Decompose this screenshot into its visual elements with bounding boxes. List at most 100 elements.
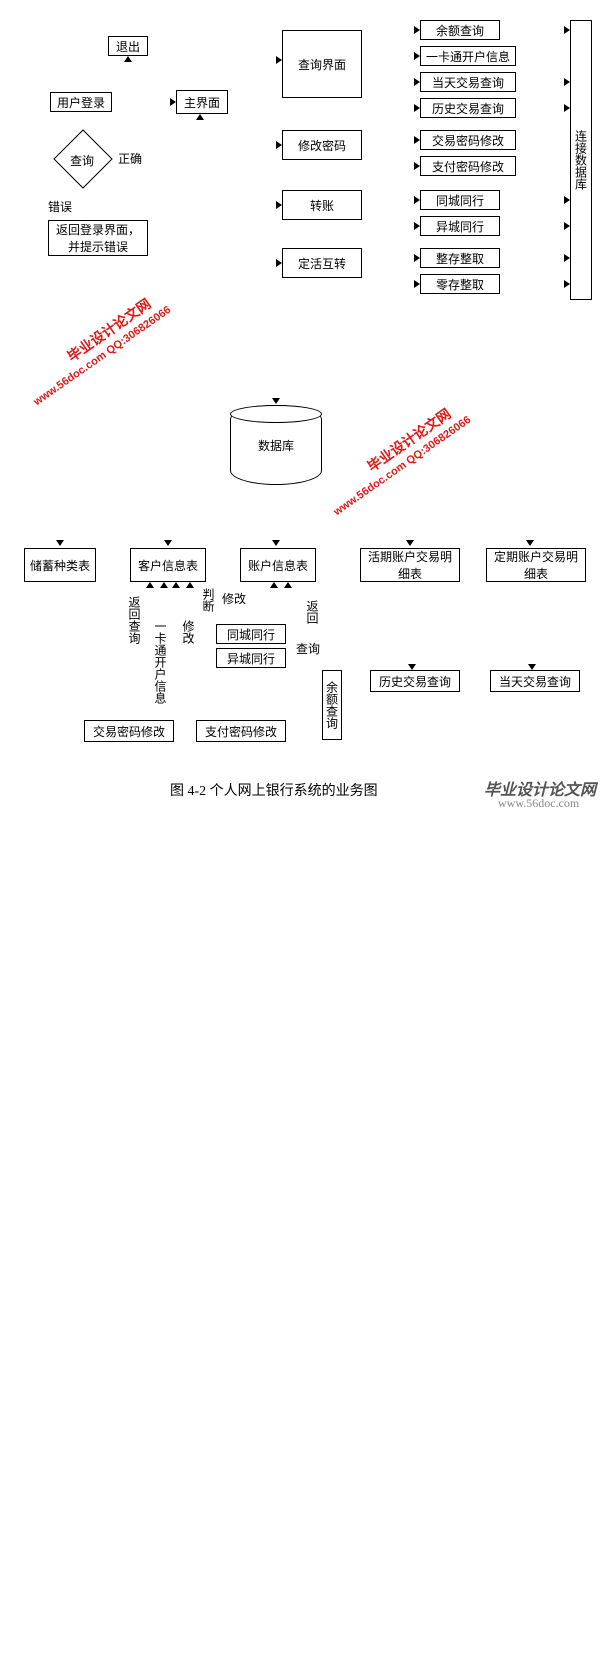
arrow bbox=[414, 104, 420, 112]
transfer-box: 转账 bbox=[282, 190, 362, 220]
account-table-label: 账户信息表 bbox=[248, 557, 308, 574]
trans-pwd-box: 交易密码修改 bbox=[420, 130, 516, 150]
arrow bbox=[564, 78, 570, 86]
arrow bbox=[564, 254, 570, 262]
line bbox=[0, 187, 1, 323]
card-info-label: 一卡通开户信息 bbox=[426, 48, 510, 65]
arrow bbox=[172, 582, 180, 588]
line bbox=[0, 1525, 1, 1585]
arrow bbox=[124, 56, 132, 62]
modify-label: 修改 bbox=[180, 620, 197, 644]
line bbox=[0, 714, 1, 766]
arrow bbox=[186, 582, 194, 588]
balance-box: 余额查询 bbox=[420, 20, 500, 40]
return-query-label: 返回查询 bbox=[126, 596, 143, 644]
correct-label: 正确 bbox=[118, 150, 142, 167]
line bbox=[0, 1316, 1, 1426]
line bbox=[0, 1427, 1, 1455]
small-box: 零存整取 bbox=[420, 274, 500, 294]
arrow bbox=[564, 196, 570, 204]
arrow bbox=[164, 540, 172, 546]
arrow bbox=[564, 280, 570, 288]
return2-label: 返回 bbox=[304, 600, 321, 624]
fixed-detail-label: 定期账户交易明细表 bbox=[491, 548, 581, 582]
arrow bbox=[272, 398, 280, 404]
modify2-label: 修改 bbox=[222, 590, 246, 607]
connect-db-box: 连接数据库 bbox=[570, 20, 592, 300]
line bbox=[0, 928, 1, 952]
line bbox=[0, 1216, 1, 1316]
line bbox=[0, 1046, 1, 1116]
fixed-detail-box: 定期账户交易明细表 bbox=[486, 548, 586, 582]
account-table-box: 账户信息表 bbox=[240, 548, 316, 582]
line bbox=[0, 880, 1, 904]
error-label: 错误 bbox=[48, 198, 72, 215]
return-login-label: 返回登录界面，并提示错误 bbox=[53, 221, 143, 255]
arrow bbox=[406, 540, 414, 546]
line bbox=[0, 70, 1, 106]
line bbox=[0, 647, 1, 673]
history-label: 历史交易查询 bbox=[432, 100, 504, 117]
line bbox=[0, 186, 64, 187]
login-label: 用户登录 bbox=[57, 94, 105, 111]
arrow bbox=[414, 222, 420, 230]
current-detail-label: 活期账户交易明细表 bbox=[365, 548, 455, 582]
line bbox=[0, 1645, 1, 1664]
change-pwd-label: 修改密码 bbox=[298, 137, 346, 154]
same-city2-box: 同城同行 bbox=[216, 624, 286, 644]
arrow bbox=[528, 664, 536, 670]
deposit-convert-box: 定活互转 bbox=[282, 248, 362, 278]
line bbox=[0, 141, 74, 142]
card-info-box: 一卡通开户信息 bbox=[420, 46, 516, 66]
balance-label: 余额查询 bbox=[436, 22, 484, 39]
arrow bbox=[414, 26, 420, 34]
arrow bbox=[414, 196, 420, 204]
line bbox=[0, 646, 28, 647]
arrow bbox=[414, 52, 420, 60]
diff-city-box: 异城同行 bbox=[420, 216, 500, 236]
pay-pwd-box: 支付密码修改 bbox=[420, 156, 516, 176]
connect-db-label: 连接数据库 bbox=[573, 130, 590, 190]
line bbox=[0, 976, 1, 1046]
line bbox=[0, 326, 1, 530]
diff-city2-box: 异城同行 bbox=[216, 648, 286, 668]
deposit-convert-label: 定活互转 bbox=[298, 255, 346, 272]
line bbox=[0, 0, 1, 28]
arrow bbox=[276, 201, 282, 209]
line bbox=[0, 325, 30, 326]
line bbox=[0, 1455, 1, 1483]
query-screen-box: 查询界面 bbox=[282, 30, 362, 98]
savings-table-label: 储蓄种类表 bbox=[30, 557, 90, 574]
card-info2-label: 一卡通开户信息 bbox=[152, 620, 169, 704]
history2-box: 历史交易查询 bbox=[370, 670, 460, 692]
exit-box: 退出 bbox=[108, 36, 148, 56]
change-pwd-box: 修改密码 bbox=[282, 130, 362, 160]
database-label: 数据库 bbox=[258, 437, 294, 454]
today2-label: 当天交易查询 bbox=[499, 673, 571, 690]
arrow bbox=[272, 540, 280, 546]
watermark1-url: www.56doc.com QQ:306826066 bbox=[31, 304, 173, 408]
login-box: 用户登录 bbox=[50, 92, 112, 112]
line bbox=[0, 766, 304, 767]
today-label: 当天交易查询 bbox=[432, 74, 504, 91]
history-box: 历史交易查询 bbox=[420, 98, 516, 118]
history2-label: 历史交易查询 bbox=[379, 673, 451, 690]
transfer-label: 转账 bbox=[310, 197, 334, 214]
judge-label: 判断 bbox=[200, 588, 217, 612]
line bbox=[0, 675, 28, 676]
diff-city2-label: 异城同行 bbox=[227, 650, 275, 667]
arrow bbox=[270, 582, 278, 588]
arrow bbox=[564, 222, 570, 230]
arrow bbox=[564, 104, 570, 112]
query-text: 查询 bbox=[70, 152, 94, 169]
line bbox=[0, 856, 1, 880]
arrow bbox=[170, 98, 176, 106]
line bbox=[0, 1426, 110, 1427]
balance2-label: 余额查询 bbox=[324, 681, 341, 729]
line bbox=[0, 1585, 1, 1645]
trans-pwd2-box: 交易密码修改 bbox=[84, 720, 174, 742]
line bbox=[0, 618, 1, 644]
pay-pwd2-box: 支付密码修改 bbox=[196, 720, 286, 742]
pay-pwd-label: 支付密码修改 bbox=[432, 158, 504, 175]
main-screen-box: 主界面 bbox=[176, 90, 228, 114]
